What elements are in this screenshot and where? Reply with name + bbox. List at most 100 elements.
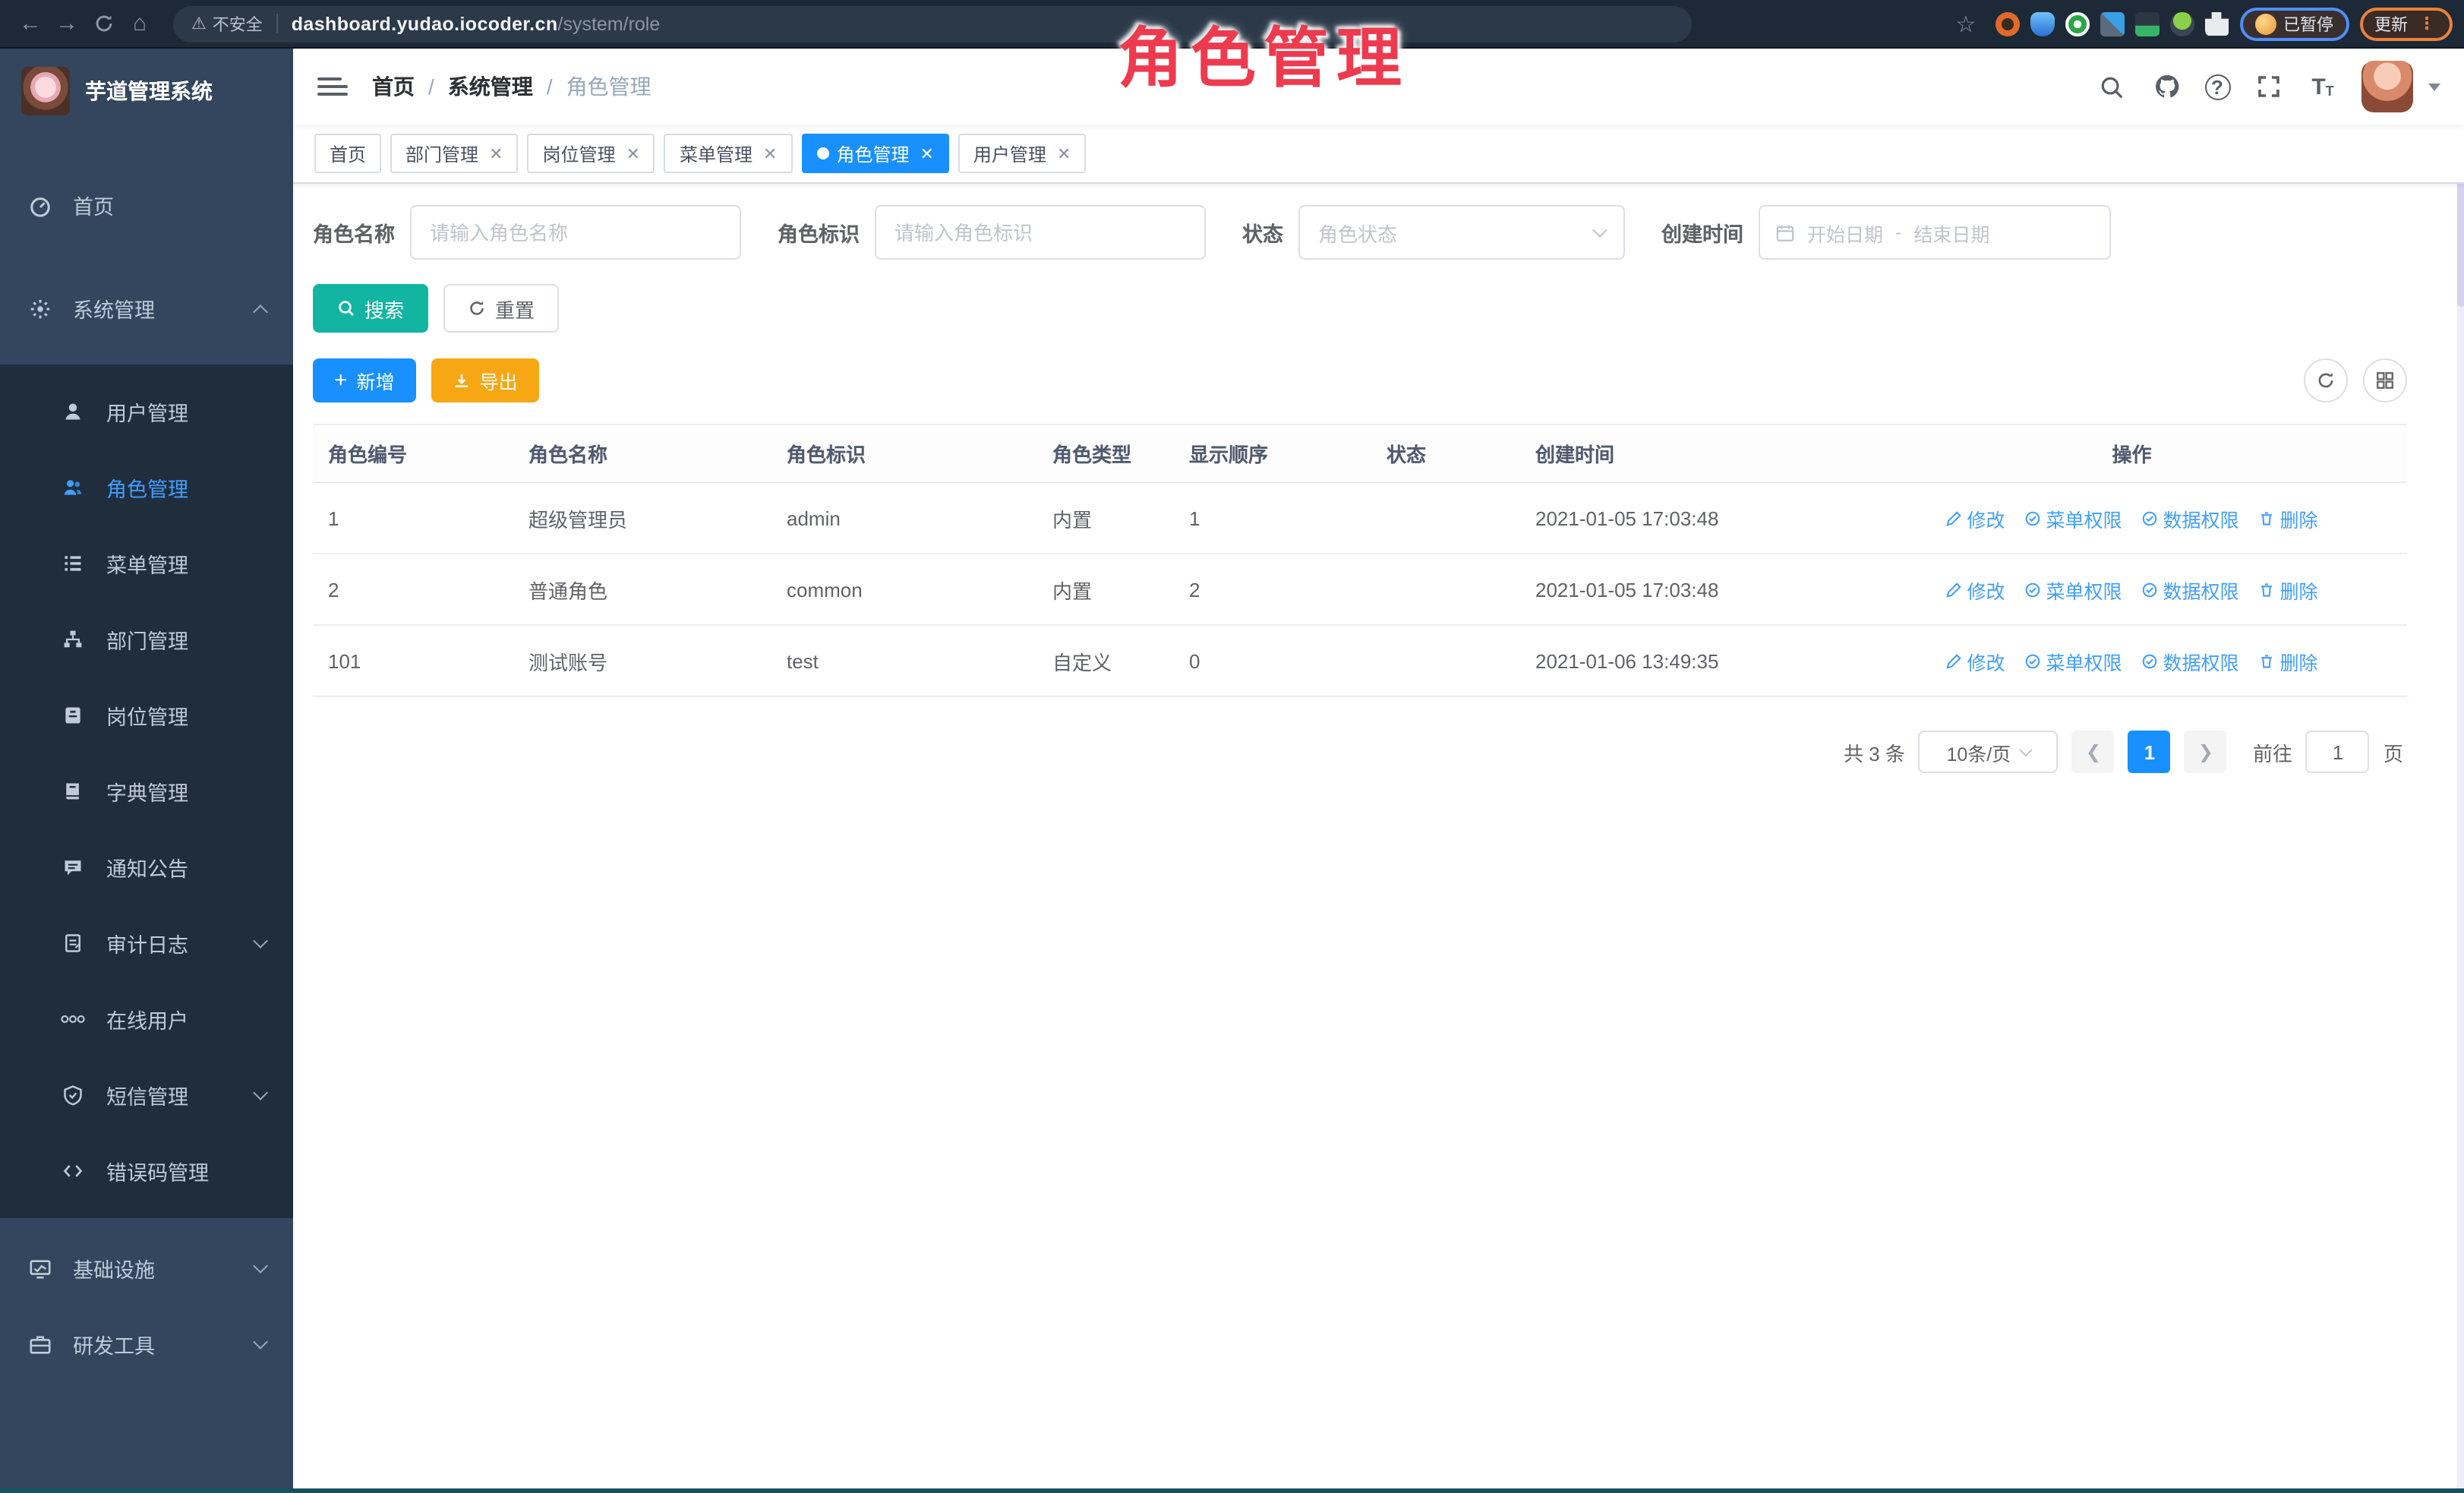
browser-reload-icon[interactable] (85, 5, 121, 42)
circle-check-icon (2024, 581, 2041, 598)
sidebar-item-roles[interactable]: 角色管理 (0, 450, 293, 526)
docs-help-icon[interactable]: ? (2204, 74, 2230, 99)
role-name-input[interactable] (410, 205, 741, 260)
data-permission-link[interactable]: 数据权限 (2142, 575, 2239, 604)
search-icon[interactable] (2095, 70, 2128, 103)
data-permission-link[interactable]: 数据权限 (2142, 503, 2239, 532)
page-scrollbar[interactable] (2456, 49, 2464, 1493)
browser-forward-icon[interactable]: → (49, 5, 85, 42)
navbar-actions: ? TT (2095, 61, 2440, 112)
data-permission-link[interactable]: 数据权限 (2142, 646, 2239, 675)
bookmark-star-icon[interactable]: ☆ (1948, 5, 1984, 42)
export-button[interactable]: 导出 (431, 358, 539, 402)
sidebar-submenu-system: 用户管理 角色管理 菜单管理 (0, 365, 293, 1218)
current-page-button[interactable]: 1 (2128, 731, 2171, 773)
delete-link[interactable]: 删除 (2259, 646, 2318, 675)
delete-link[interactable]: 删除 (2259, 503, 2318, 532)
edit-icon (1945, 581, 1962, 598)
tab-menus[interactable]: 菜单管理✕ (664, 134, 792, 173)
edit-link[interactable]: 修改 (1945, 646, 2005, 675)
tab-departments[interactable]: 部门管理✕ (390, 134, 518, 173)
user-avatar[interactable] (2361, 61, 2412, 112)
sidebar-item-home[interactable]: 首页 (0, 167, 293, 243)
menu-permission-link[interactable]: 菜单权限 (2024, 575, 2122, 604)
sidebar-item-menus[interactable]: 菜单管理 (0, 526, 293, 601)
sidebar-group-infrastructure[interactable]: 基础设施 (0, 1230, 293, 1306)
menu-permission-link[interactable]: 菜单权限 (2024, 646, 2122, 675)
close-icon[interactable]: ✕ (626, 144, 640, 163)
annotation-overlay: 角色管理 (1118, 6, 1409, 100)
sidebar-group-devtools[interactable]: 研发工具 (0, 1306, 293, 1382)
reset-button[interactable]: 重置 (443, 284, 559, 333)
sidebar-group-system[interactable]: 系统管理 (0, 270, 293, 346)
dictionary-icon (61, 781, 85, 802)
extension-icon-orange[interactable] (1995, 11, 2019, 36)
extension-icon-green-circle[interactable] (2065, 11, 2089, 36)
post-badge-icon (61, 705, 85, 726)
gear-icon (27, 297, 52, 320)
select-chevron-down-icon (2020, 744, 2033, 757)
tags-view-bar: 首页 部门管理✕ 岗位管理✕ 菜单管理✕ 角色管理✕ 用户管理✕ (293, 125, 2464, 184)
menu-permission-link[interactable]: 菜单权限 (2024, 503, 2122, 532)
page-size-select[interactable]: 10条/页 (1919, 731, 2059, 773)
extension-icon-blue-drop[interactable] (2030, 11, 2054, 36)
browser-home-icon[interactable]: ⌂ (121, 5, 158, 42)
refresh-table-button[interactable] (2303, 358, 2347, 402)
goto-page-input[interactable] (2306, 731, 2370, 773)
create-time-label: 创建时间 (1661, 217, 1743, 248)
breadcrumb-system[interactable]: 系统管理 (448, 71, 533, 102)
refresh-icon (468, 299, 486, 317)
sidebar-item-departments[interactable]: 部门管理 (0, 601, 293, 677)
puzzle-icon[interactable] (2204, 11, 2229, 36)
profile-paused-badge[interactable]: 已暂停 (2239, 7, 2349, 40)
sidebar-item-users[interactable]: 用户管理 (0, 374, 293, 450)
tab-roles-active[interactable]: 角色管理✕ (801, 134, 948, 173)
select-chevron-down-icon (1592, 223, 1607, 238)
browser-update-button[interactable]: 更新 ⋮ (2359, 7, 2452, 40)
next-page-button[interactable]: ❯ (2185, 731, 2227, 773)
breadcrumb-home[interactable]: 首页 (372, 71, 415, 102)
prev-page-button[interactable]: ❮ (2072, 731, 2115, 773)
table-settings (2303, 358, 2406, 402)
table-row: 101 测试账号 test 自定义 0 2021-01-06 13:49:35 … (313, 626, 2406, 697)
close-icon[interactable]: ✕ (489, 144, 503, 163)
app-logo-row[interactable]: 芋道管理系统 (0, 49, 293, 134)
tab-users[interactable]: 用户管理✕ (958, 134, 1086, 173)
goto-label: 前往 (2253, 737, 2292, 766)
sidebar-item-online-users[interactable]: 在线用户 (0, 981, 293, 1057)
font-size-icon[interactable]: TT (2306, 70, 2339, 103)
fullscreen-icon[interactable] (2251, 70, 2285, 103)
close-icon[interactable]: ✕ (763, 144, 777, 163)
sidebar-group-sms[interactable]: 短信管理 (0, 1057, 293, 1133)
create-time-range-picker[interactable]: 开始日期 - 结束日期 (1759, 205, 2111, 260)
sidebar-item-dict[interactable]: 字典管理 (0, 753, 293, 829)
edit-link[interactable]: 修改 (1945, 503, 2005, 532)
tab-home[interactable]: 首页 (314, 134, 381, 173)
online-users-icon (61, 1010, 85, 1028)
search-button[interactable]: 搜索 (313, 284, 428, 333)
extension-icon-green-bot[interactable] (2169, 11, 2194, 36)
close-icon[interactable]: ✕ (920, 144, 933, 163)
trash-icon (2259, 652, 2276, 669)
security-warning[interactable]: ⚠ 不安全 (191, 11, 263, 36)
close-icon[interactable]: ✕ (1057, 144, 1071, 163)
column-settings-button[interactable] (2362, 358, 2406, 402)
delete-link[interactable]: 删除 (2259, 575, 2318, 604)
sidebar-item-announcements[interactable]: 通知公告 (0, 829, 293, 905)
address-bar[interactable]: ⚠ 不安全 dashboard.yudao.iocoder.cn/system/… (173, 5, 1692, 42)
browser-back-icon[interactable]: ← (12, 5, 49, 42)
edit-link[interactable]: 修改 (1945, 575, 2005, 604)
status-select[interactable]: 角色状态 (1298, 205, 1625, 260)
sidebar-collapse-icon[interactable] (317, 71, 348, 102)
extension-icon-blue-grid[interactable] (2100, 11, 2124, 36)
sidebar-item-error-codes[interactable]: 错误码管理 (0, 1133, 293, 1209)
avatar-caret-down-icon[interactable] (2428, 83, 2440, 90)
extension-icon-on-badge[interactable] (2134, 11, 2159, 36)
sidebar-item-posts[interactable]: 岗位管理 (0, 677, 293, 753)
add-button[interactable]: + 新增 (313, 358, 416, 402)
sidebar-group-audit-log[interactable]: 审计日志 (0, 905, 293, 981)
browser-menu-icon[interactable]: ⋮ (2418, 14, 2437, 33)
role-key-input[interactable] (875, 205, 1206, 260)
tab-posts[interactable]: 岗位管理✕ (528, 134, 655, 173)
github-icon[interactable] (2150, 70, 2183, 103)
